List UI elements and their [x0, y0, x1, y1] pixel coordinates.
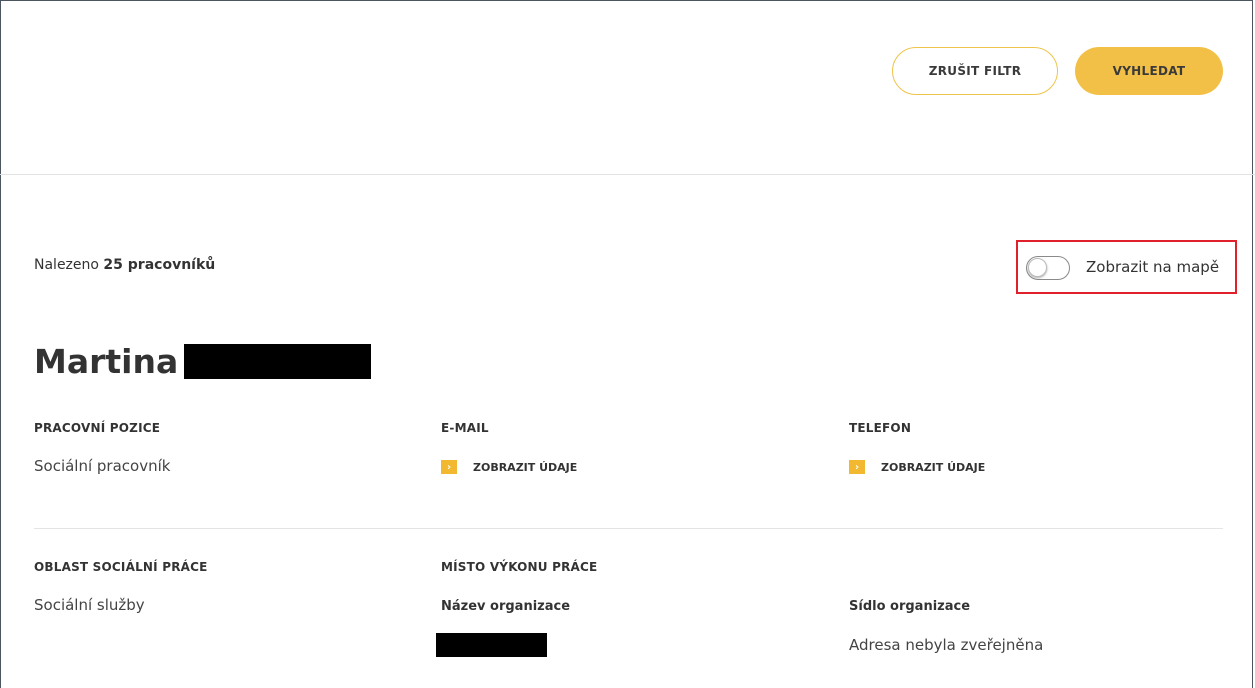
redacted-org-name [436, 633, 547, 657]
toggle-knob [1028, 258, 1047, 277]
chevron-right-icon: › [849, 460, 865, 474]
redacted-surname [184, 344, 372, 379]
map-toggle-highlight: Zobrazit na mapě [1016, 240, 1237, 294]
show-phone-text: ZOBRAZIT ÚDAJE [881, 460, 986, 474]
search-button[interactable]: VYHLEDAT [1075, 47, 1223, 95]
position-label: PRACOVNÍ POZICE [34, 421, 161, 435]
position-value: Sociální pracovník [34, 457, 171, 475]
show-phone-link[interactable]: › ZOBRAZIT ÚDAJE [849, 460, 985, 474]
results-count-value: 25 pracovníků [103, 257, 216, 273]
map-toggle-label[interactable]: Zobrazit na mapě [1086, 258, 1219, 276]
show-email-text: ZOBRAZIT ÚDAJE [473, 460, 578, 474]
phone-label: TELEFON [849, 421, 912, 435]
results-count: Nalezeno 25 pracovníků [34, 257, 215, 273]
workplace-label: MÍSTO VÝKONU PRÁCE [441, 560, 598, 574]
results-prefix: Nalezeno [34, 257, 99, 273]
person-name: Martina [34, 342, 372, 381]
org-seat-label: Sídlo organizace [849, 599, 971, 614]
person-first-name: Martina [34, 342, 179, 381]
show-email-link[interactable]: › ZOBRAZIT ÚDAJE [441, 460, 577, 474]
map-toggle-switch[interactable] [1026, 256, 1070, 280]
filter-bar: ZRUŠIT FILTR VYHLEDAT [0, 0, 1255, 175]
org-name-label: Název organizace [441, 599, 571, 614]
area-label: OBLAST SOCIÁLNÍ PRÁCE [34, 560, 208, 574]
email-label: E-MAIL [441, 421, 489, 435]
section-divider [34, 528, 1223, 529]
cancel-filter-button[interactable]: ZRUŠIT FILTR [892, 47, 1058, 95]
chevron-right-icon: › [441, 460, 457, 474]
area-value: Sociální služby [34, 596, 145, 614]
org-seat-value: Adresa nebyla zveřejněna [849, 636, 1044, 654]
